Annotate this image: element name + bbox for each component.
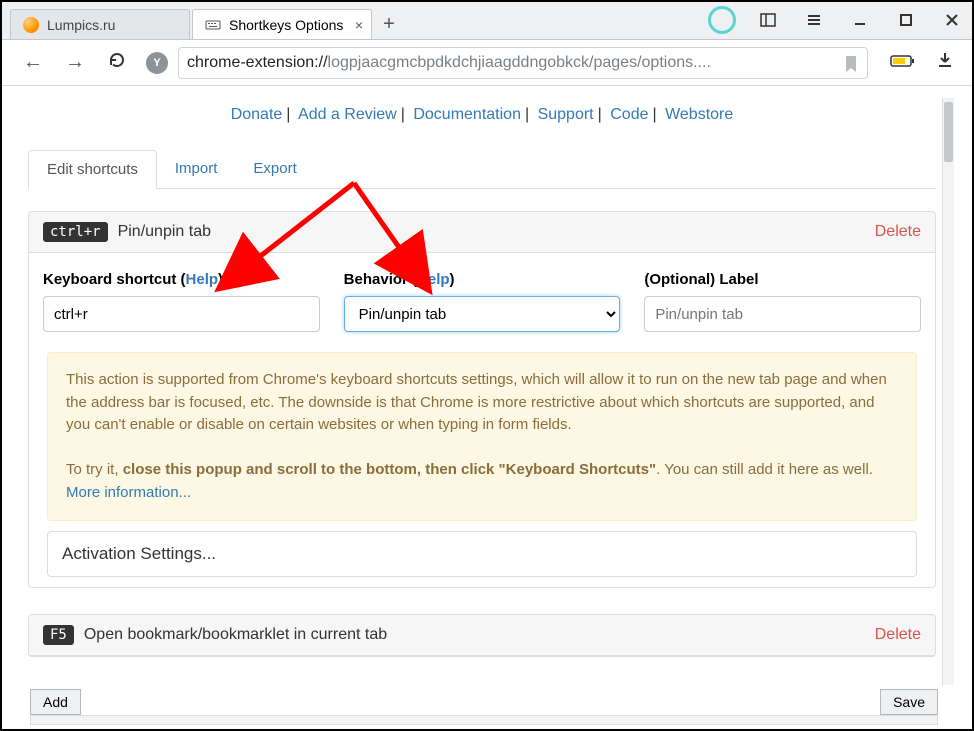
shortcut-title: Pin/unpin tab	[118, 223, 211, 241]
shortcut-panel-2: F5 Open bookmark/bookmarklet in current …	[28, 614, 936, 657]
horizontal-scrollbar[interactable]	[30, 715, 938, 725]
shortcut-panel-1: ctrl+r Pin/unpin tab Delete Keyboard sho…	[28, 211, 936, 588]
link-documentation[interactable]: Documentation	[413, 106, 521, 123]
browser-tab-shortkeys[interactable]: Shortkeys Options ×	[192, 9, 372, 39]
favicon-keyboard-icon	[205, 17, 221, 33]
tab-export[interactable]: Export	[235, 150, 314, 188]
optional-label-input[interactable]	[644, 296, 921, 332]
favicon-lumpics-icon	[23, 17, 39, 33]
delete-shortcut-link[interactable]: Delete	[875, 223, 921, 241]
tab-edit-shortcuts[interactable]: Edit shortcuts	[28, 150, 157, 189]
link-code[interactable]: Code	[610, 106, 648, 123]
chrome-support-alert: This action is supported from Chrome's k…	[47, 352, 917, 521]
label-optional-label: (Optional) Label	[644, 271, 921, 288]
help-link-behavior[interactable]: Help	[417, 271, 450, 288]
url-path: logpjaacgmcbpdkdchjiaagddngobkck/pages/o…	[328, 54, 711, 72]
help-link-shortcut[interactable]: Help	[186, 271, 219, 288]
sidebar-toggle-icon[interactable]	[754, 6, 782, 34]
section-tabs: Edit shortcuts Import Export	[28, 150, 936, 189]
label-keyboard-shortcut: Keyboard shortcut (Help)	[43, 271, 320, 288]
kbd-badge: ctrl+r	[43, 222, 108, 242]
new-tab-button[interactable]: +	[374, 9, 404, 39]
activation-settings-toggle[interactable]: Activation Settings...	[47, 531, 917, 577]
keyboard-shortcut-input[interactable]	[43, 296, 320, 332]
nav-reload-button[interactable]	[104, 51, 130, 75]
nav-forward-button[interactable]: →	[62, 51, 88, 74]
tab-title: Lumpics.ru	[47, 17, 115, 33]
shortcut-panel-1-header[interactable]: ctrl+r Pin/unpin tab Delete	[29, 212, 935, 253]
url-scheme: chrome-extension://	[187, 54, 328, 72]
add-shortcut-button[interactable]: Add	[30, 689, 81, 715]
browser-tabstrip: Lumpics.ru Shortkeys Options × +	[2, 2, 972, 40]
link-addreview[interactable]: Add a Review	[298, 106, 397, 123]
downloads-icon[interactable]	[936, 51, 954, 75]
close-tab-icon[interactable]: ×	[355, 17, 363, 33]
bookmark-icon[interactable]	[843, 55, 859, 78]
shortcut-panel-2-header[interactable]: F5 Open bookmark/bookmarklet in current …	[29, 615, 935, 656]
tab-import[interactable]: Import	[157, 150, 236, 188]
delete-shortcut-link[interactable]: Delete	[875, 626, 921, 644]
shortcut-title: Open bookmark/bookmarklet in current tab	[84, 626, 387, 644]
link-webstore[interactable]: Webstore	[665, 106, 733, 123]
behavior-select[interactable]: Pin/unpin tab	[344, 296, 621, 332]
header-links: Donate| Add a Review| Documentation| Sup…	[28, 106, 936, 124]
window-maximize-button[interactable]	[892, 6, 920, 34]
window-minimize-button[interactable]	[846, 6, 874, 34]
link-support[interactable]: Support	[538, 106, 594, 123]
tab-title: Shortkeys Options	[229, 17, 343, 33]
kbd-badge: F5	[43, 625, 74, 645]
address-bar[interactable]: chrome-extension://logpjaacgmcbpdkdchjia…	[178, 47, 868, 79]
link-donate[interactable]: Donate	[231, 106, 283, 123]
yandex-icon[interactable]: Y	[146, 52, 168, 74]
vertical-scrollbar[interactable]	[942, 98, 954, 685]
browser-tab-lumpics[interactable]: Lumpics.ru	[10, 9, 190, 39]
label-behavior: Behavior (Help)	[344, 271, 621, 288]
alice-icon[interactable]	[708, 6, 736, 34]
browser-toolbar: ← → Y chrome-extension://logpjaacgmcbpdk…	[2, 40, 972, 86]
nav-back-button[interactable]: ←	[20, 51, 46, 74]
window-close-button[interactable]	[938, 6, 966, 34]
menu-icon[interactable]	[800, 6, 828, 34]
save-button[interactable]: Save	[880, 689, 938, 715]
battery-icon	[890, 53, 916, 72]
more-information-link[interactable]: More information...	[66, 484, 191, 501]
